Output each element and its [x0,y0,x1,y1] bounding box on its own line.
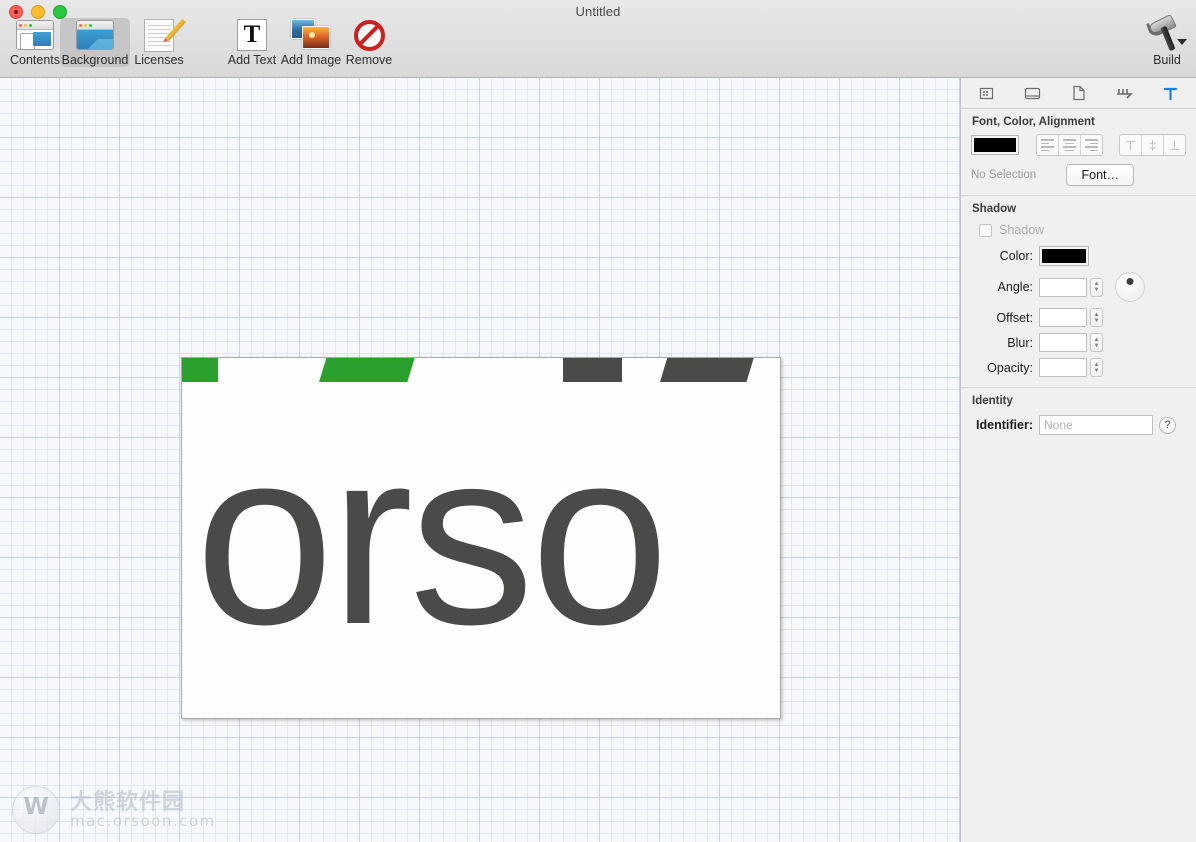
shadow-offset-stepper[interactable]: ▲ ▼ [1090,308,1103,327]
toolbar-item-label: Build [1153,53,1181,67]
align-middle-icon[interactable]: ‡ [1142,135,1165,155]
canvas-area[interactable]: orso 大熊软件园 mac.orsoon.com [0,78,960,842]
watermark-logo-icon [12,786,60,834]
licenses-document-icon [124,18,194,52]
watermark: 大熊软件园 mac.orsoon.com [12,786,216,834]
shadow-blur-stepper[interactable]: ▲ ▼ [1090,333,1103,352]
shadow-section-title: Shadow [972,203,1017,215]
align-center-icon[interactable] [1059,135,1082,155]
no-selection-label: No Selection [971,169,1037,181]
hammer-icon [1132,14,1196,52]
shadow-color-label: Color: [999,249,1033,263]
inspector-panel: Font, Color, Alignment ⊤ ‡ ⊥ No Selectio… [960,78,1196,842]
shadow-angle-input[interactable] [1039,277,1087,297]
shadow-offset-label: Offset: [996,310,1033,325]
dark-rect-shape[interactable] [563,358,622,382]
app-window: Untitled Contents Background Licenses T … [0,0,1196,842]
toolbar-item-remove[interactable]: Remove [334,18,404,67]
align-right-icon[interactable] [1081,135,1102,155]
shadow-color-well[interactable] [1039,246,1089,266]
text-tab-icon[interactable] [1160,82,1182,104]
toolbar-item-licenses[interactable]: Licenses [124,18,194,67]
shadow-checkbox-label: Shadow [999,223,1045,237]
identity-section-title: Identity [972,395,1013,407]
help-icon[interactable]: ? [1159,416,1176,434]
toolbar-item-build[interactable]: Build [1132,14,1196,67]
toolbar-item-label: Remove [345,53,393,67]
horizontal-align-segmented[interactable] [1036,134,1104,156]
align-top-icon[interactable]: ⊤ [1120,135,1143,155]
window-tab-icon[interactable] [1022,82,1044,104]
align-bottom-icon[interactable]: ⊥ [1164,135,1185,155]
shadow-angle-label: Angle: [997,280,1033,294]
align-left-icon[interactable] [1037,135,1060,155]
background-image-sheet[interactable]: orso [181,357,781,719]
background-window-icon [60,18,130,52]
shadow-opacity-input[interactable] [1039,358,1087,377]
shadow-blur-input[interactable] [1039,333,1087,352]
shadow-opacity-label: Opacity: [987,360,1033,375]
shadow-angle-stepper[interactable]: ▲ ▼ [1090,277,1103,297]
green-parallelogram-shape[interactable] [319,358,415,382]
connections-tab-icon[interactable] [1114,82,1136,104]
identifier-label: Identifier: [976,418,1033,432]
vertical-align-segmented[interactable]: ⊤ ‡ ⊥ [1119,134,1187,156]
toolbar-item-background[interactable]: Background [60,18,130,67]
shadow-checkbox[interactable] [979,223,992,237]
shadow-angle-dial[interactable] [1115,272,1145,302]
watermark-cn-text: 大熊软件园 [70,789,186,815]
toolbar-item-label: Background [61,53,129,67]
document-tab-icon[interactable] [1068,82,1090,104]
green-rect-shape[interactable] [182,358,218,382]
text-color-well[interactable] [971,135,1020,155]
toolbar: Untitled Contents Background Licenses T … [0,0,1196,78]
remove-prohibited-icon [334,18,404,52]
shadow-offset-input[interactable] [1039,308,1087,327]
window-title: Untitled [575,4,621,19]
toolbar-item-label: Licenses [134,53,184,67]
font-button[interactable]: Font… [1066,164,1134,186]
inspector-tabs [961,78,1196,109]
shadow-opacity-stepper[interactable]: ▲ ▼ [1090,358,1103,377]
grid-tab-icon[interactable] [976,82,998,104]
shadow-blur-label: Blur: [1007,335,1033,350]
watermark-url-text: mac.orsoon.com [70,811,216,830]
dark-parallelogram-shape[interactable] [660,358,754,382]
document-text[interactable]: orso [195,412,669,662]
identifier-input[interactable] [1039,415,1153,435]
font-section-title: Font, Color, Alignment [972,116,1095,128]
